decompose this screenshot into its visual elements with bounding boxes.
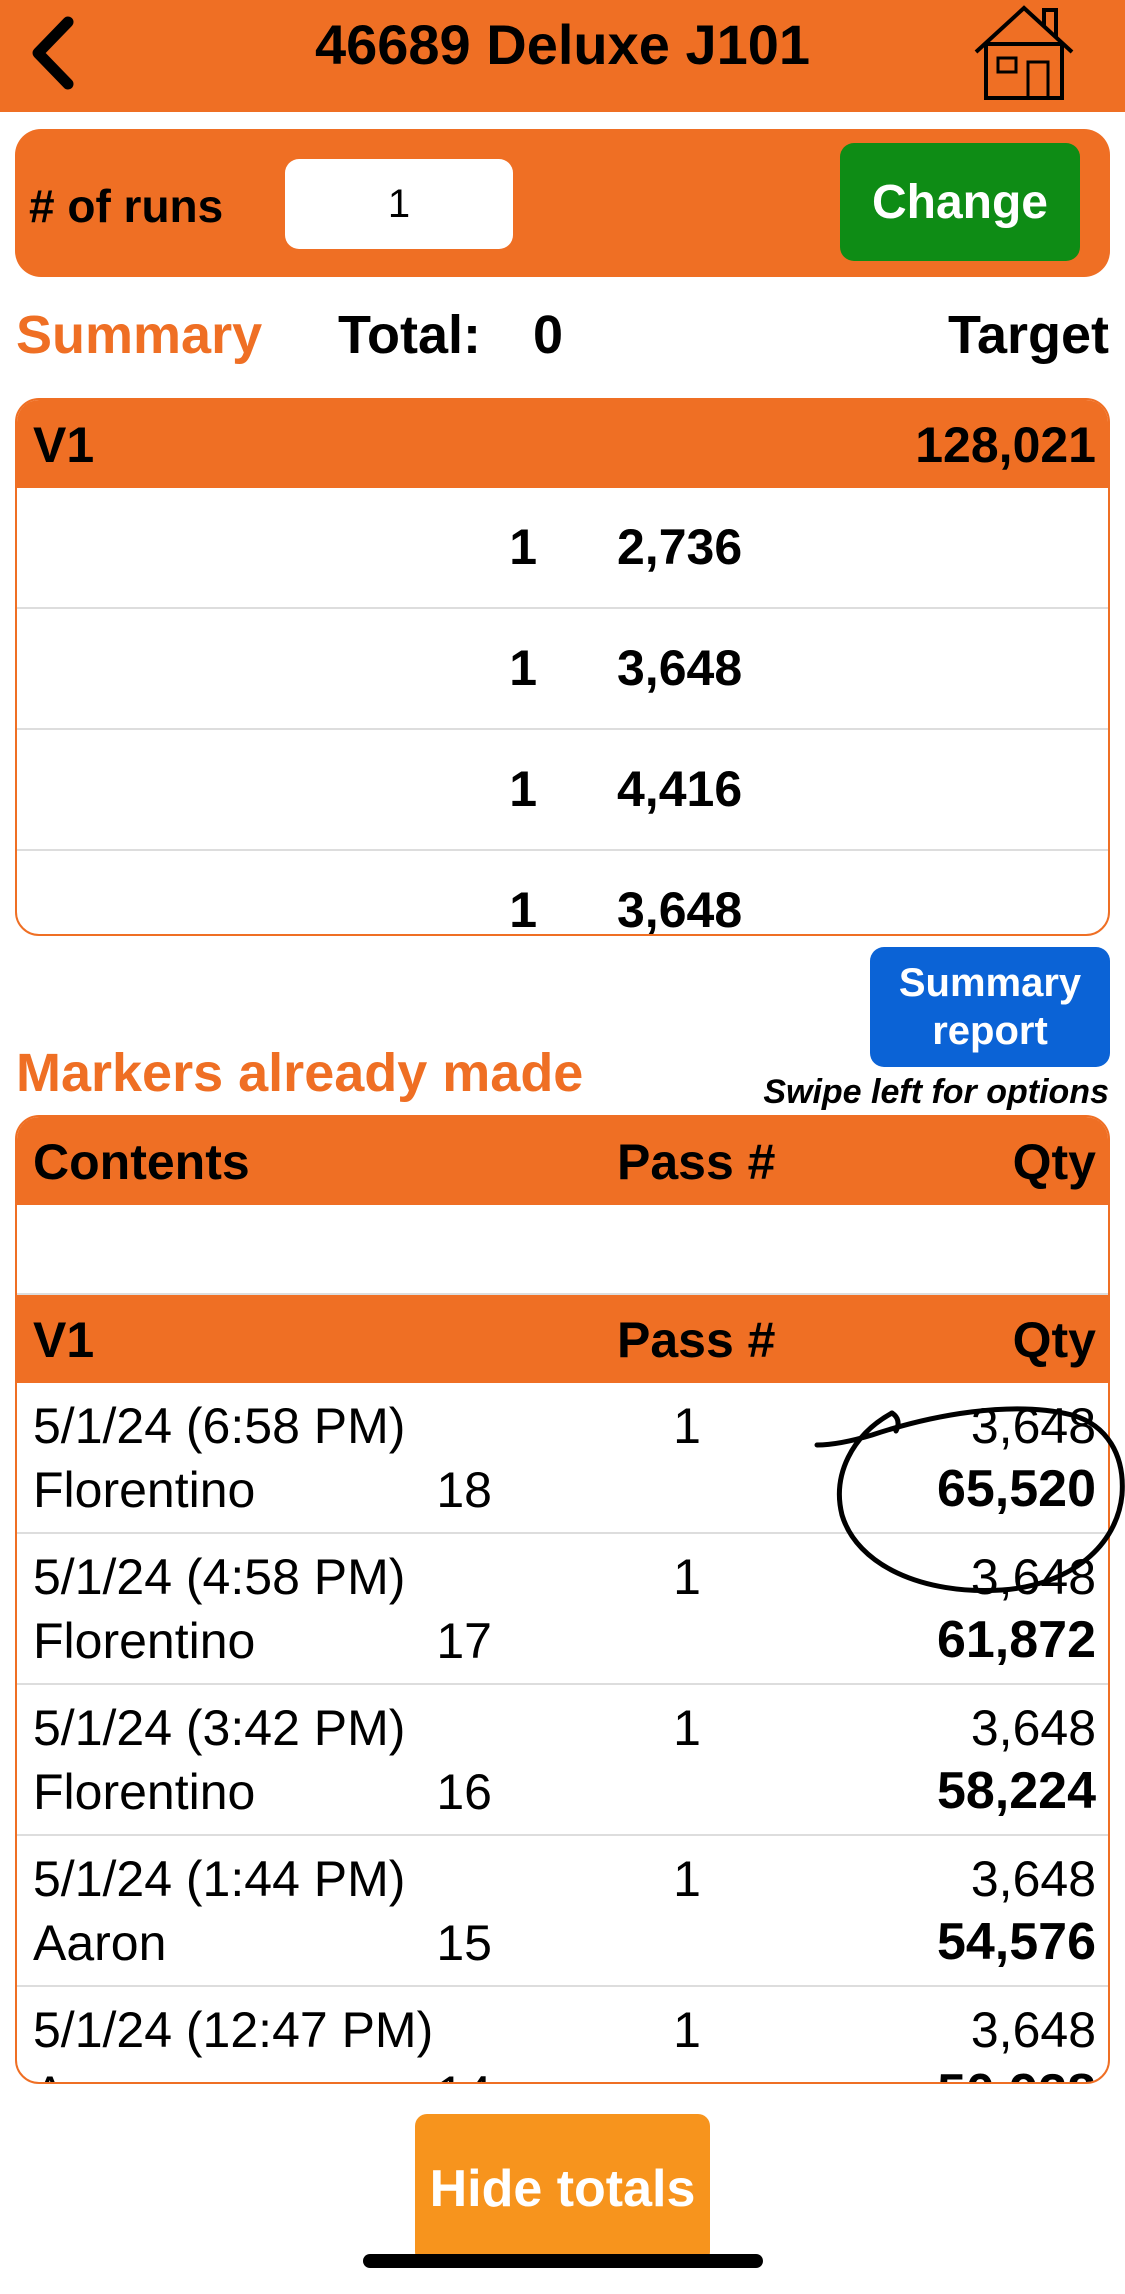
marker-number: 16 <box>436 1764 492 1820</box>
group-name: V1 <box>33 1312 95 1368</box>
marker-qty: 3,648 <box>970 1851 1096 1907</box>
marker-pass: 1 <box>673 1549 701 1605</box>
marker-operator: Florentino <box>33 1764 256 1820</box>
marker-number: 18 <box>436 1462 492 1518</box>
summary-report-line1: Summary <box>898 961 1082 1005</box>
markers-heading: Markers already made <box>16 1043 584 1103</box>
house-icon <box>974 5 1074 100</box>
summary-row-qty: 3,648 <box>617 640 743 696</box>
summary-row[interactable]: 1 3,648 <box>17 609 1108 730</box>
group-qty: Qty <box>1012 1312 1096 1368</box>
marker-number: 17 <box>436 1613 492 1669</box>
marker-operator: Aaron <box>33 2065 166 2082</box>
total-label: Total: <box>338 305 481 365</box>
summary-row-qty: 3,648 <box>617 882 743 936</box>
marker-date: 5/1/24 (1:44 PM) <box>33 1851 406 1907</box>
marker-running-total: 54,576 <box>936 1913 1096 1971</box>
summary-row-runs: 1 <box>509 761 537 817</box>
summary-report-button[interactable]: Summary report <box>870 947 1110 1067</box>
swipe-hint: Swipe left for options <box>763 1073 1109 1111</box>
page-title: 46689 Deluxe J101 <box>314 13 811 76</box>
summary-row[interactable]: 1 4,416 <box>17 730 1108 851</box>
marker-date: 5/1/24 (12:47 PM) <box>33 2002 434 2058</box>
marker-qty: 3,648 <box>970 1549 1096 1605</box>
home-button[interactable] <box>968 0 1080 104</box>
marker-operator: Aaron <box>33 1915 167 1971</box>
summary-group-header: V1 128,021 <box>17 400 1108 488</box>
marker-operator: Florentino <box>33 1462 256 1518</box>
marker-running-total: 58,224 <box>936 1762 1096 1820</box>
column-qty: Qty <box>1012 1134 1096 1190</box>
markers-table[interactable]: Contents Pass # Qty V1 Pass # Qty 5/1/24… <box>15 1115 1110 2084</box>
marker-pass: 1 <box>673 2002 701 2058</box>
target-label: Target <box>947 305 1109 365</box>
summary-row[interactable]: 1 3,648 <box>17 851 1108 936</box>
marker-row[interactable]: 5/1/24 (12:47 PM) Aaron 14 1 3,648 50,92… <box>17 1987 1108 2082</box>
marker-running-total: 61,872 <box>936 1611 1096 1669</box>
marker-row[interactable]: 5/1/24 (1:44 PM) Aaron 15 1 3,648 54,576 <box>17 1836 1108 1987</box>
summary-row-runs: 1 <box>509 640 537 696</box>
summary-heading: Summary <box>16 305 263 365</box>
marker-running-total: 50,928 <box>937 2063 1096 2082</box>
marker-qty: 3,648 <box>970 1700 1096 1756</box>
summary-report-line2: report <box>932 1009 1048 1053</box>
marker-number: 14 <box>422 2065 492 2082</box>
markers-blank-row <box>17 1205 1108 1295</box>
markers-column-header: Contents Pass # Qty <box>17 1117 1108 1205</box>
summary-row-qty: 4,416 <box>617 761 743 817</box>
marker-date: 5/1/24 (4:58 PM) <box>33 1549 406 1605</box>
column-contents: Contents <box>33 1134 250 1190</box>
summary-row-runs: 1 <box>509 519 537 575</box>
summary-row-runs: 1 <box>509 882 537 936</box>
marker-row[interactable]: 5/1/24 (6:58 PM) Florentino 18 1 3,648 6… <box>17 1383 1108 1534</box>
runs-label: # of runs <box>29 180 224 232</box>
summary-group-name: V1 <box>33 417 95 473</box>
marker-number: 15 <box>436 1915 492 1971</box>
change-button[interactable]: Change <box>840 143 1080 261</box>
home-indicator[interactable] <box>363 2254 763 2268</box>
summary-group-target: 128,021 <box>915 417 1096 473</box>
markers-group-header: V1 Pass # Qty <box>17 1295 1108 1383</box>
marker-row[interactable]: 5/1/24 (4:58 PM) Florentino 17 1 3,648 6… <box>17 1534 1108 1685</box>
marker-date: 5/1/24 (6:58 PM) <box>33 1398 406 1454</box>
marker-qty: 3,648 <box>970 2002 1096 2058</box>
marker-pass: 1 <box>673 1851 701 1907</box>
column-pass: Pass # <box>617 1134 776 1190</box>
summary-row[interactable]: 1 2,736 <box>17 488 1108 609</box>
marker-qty: 3,648 <box>970 1398 1096 1454</box>
marker-operator: Florentino <box>33 1613 256 1669</box>
top-bar: 46689 Deluxe J101 <box>0 0 1125 112</box>
marker-date: 5/1/24 (3:42 PM) <box>33 1700 406 1756</box>
marker-running-total: 65,520 <box>936 1460 1096 1518</box>
summary-table[interactable]: V1 128,021 1 2,736 1 3,648 1 4,416 1 3,6… <box>15 398 1110 936</box>
marker-pass: 1 <box>673 1700 701 1756</box>
marker-row[interactable]: 5/1/24 (3:42 PM) Florentino 16 1 3,648 5… <box>17 1685 1108 1836</box>
summary-row-qty: 2,736 <box>617 519 743 575</box>
marker-pass: 1 <box>673 1398 701 1454</box>
hide-totals-button[interactable]: Hide totals <box>415 2114 710 2264</box>
total-value: 0 <box>533 305 564 365</box>
runs-bar: # of runs Change <box>15 129 1110 277</box>
runs-input[interactable] <box>285 159 513 249</box>
group-pass: Pass # <box>617 1312 776 1368</box>
